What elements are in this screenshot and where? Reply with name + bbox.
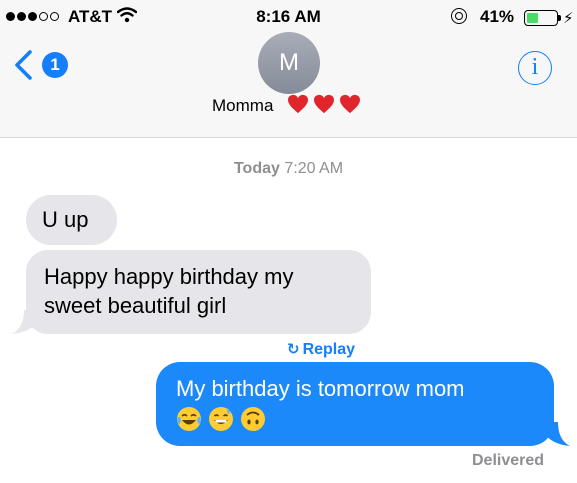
battery-icon [524,10,558,26]
message-text: My birthday is tomorrow mom [176,376,465,401]
message-text: U up [42,207,89,232]
status-bar: AT&T 8:16 AM 41% ⚡ [0,0,577,34]
message-timestamp: Today 7:20 AM [0,160,577,178]
replay-label: Replay [302,341,356,358]
grinning-sweat-emoji-icon [209,407,233,431]
info-button[interactable]: i [518,51,552,85]
incoming-message-bubble[interactable]: Happy happy birthday my sweet beautiful … [26,250,371,334]
red-heart-icon [314,94,334,114]
charging-bolt-icon: ⚡ [563,10,574,27]
contact-avatar[interactable]: M [258,32,320,94]
timestamp-day: Today [233,160,280,177]
battery-level-fill [527,13,539,23]
battery-cap [558,15,561,21]
timestamp-time: 7:20 AM [284,160,344,177]
info-icon: i [531,54,539,80]
red-heart-icon [340,94,360,114]
chevron-left-icon [14,50,34,85]
replay-icon: ↻ [287,341,300,358]
outgoing-message-bubble[interactable]: My birthday is tomorrow mom [156,362,554,446]
red-heart-icon [288,94,308,114]
incoming-message-bubble[interactable]: U up [26,195,117,245]
outgoing-bubble-tail [544,422,570,446]
contact-name[interactable]: Momma [212,96,273,116]
tears-of-joy-emoji-icon [177,407,201,431]
incoming-bubble-tail [12,310,38,334]
contact-name-emoji [287,94,361,114]
unread-count-badge: 1 [42,52,68,78]
battery-percent: 41% [480,7,515,26]
replay-button[interactable]: ↻ Replay [287,340,355,359]
delivered-status: Delivered [472,452,545,469]
back-button[interactable]: 1 [14,48,74,82]
message-emoji-row [176,406,534,432]
rotation-lock-icon [451,8,467,24]
navigation-header: AT&T 8:16 AM 41% ⚡ 1 M Momma i [0,0,577,138]
upside-down-face-emoji-icon [241,407,265,431]
avatar-initial: M [279,49,299,76]
message-text: Happy happy birthday my sweet beautiful … [44,264,294,318]
